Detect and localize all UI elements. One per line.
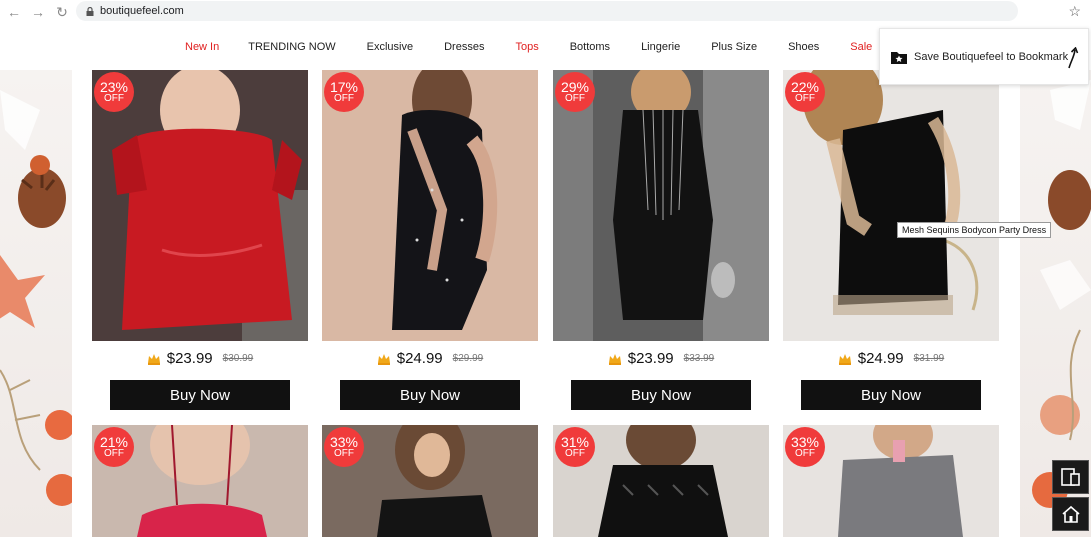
discount-percent: 17% — [329, 79, 359, 95]
discount-badge: 17% OFF — [324, 72, 364, 112]
menu-item-dresses[interactable]: Dresses — [444, 41, 484, 53]
home-icon — [1061, 505, 1080, 523]
price-row: $23.99 $30.99 — [92, 350, 308, 367]
christmas-decoration-left — [0, 70, 72, 537]
crown-icon — [608, 353, 621, 365]
menu-item-trending-now[interactable]: TRENDING NOW — [248, 41, 335, 53]
discount-off-label: OFF — [104, 448, 124, 459]
original-price: $31.99 — [913, 353, 945, 364]
product-tooltip: Mesh Sequins Bodycon Party Dress — [897, 222, 1052, 238]
current-price: $23.99 — [166, 350, 213, 367]
discount-percent: 22% — [790, 79, 820, 95]
menu-item-plus-size[interactable]: Plus Size — [711, 41, 757, 53]
discount-badge: 22% OFF — [785, 72, 825, 112]
bookmark-folder-icon — [891, 51, 907, 64]
original-price: $30.99 — [222, 353, 254, 364]
menu-item-exclusive[interactable]: Exclusive — [367, 41, 413, 53]
discount-off-label: OFF — [795, 93, 815, 104]
device-switch-button[interactable] — [1052, 460, 1089, 494]
product-image[interactable] — [553, 70, 769, 341]
menu-item-lingerie[interactable]: Lingerie — [641, 41, 680, 53]
main-menu: New In TRENDING NOW Exclusive Dresses To… — [185, 24, 872, 70]
crown-icon — [838, 353, 851, 365]
discount-percent: 23% — [99, 79, 129, 95]
price-row: $23.99 $33.99 — [553, 350, 769, 367]
discount-off-label: OFF — [334, 93, 354, 104]
menu-item-bottoms[interactable]: Bottoms — [570, 41, 610, 53]
bookmark-star-icon[interactable]: ☆ — [1068, 3, 1081, 20]
crown-icon — [377, 353, 390, 365]
discount-percent: 33% — [329, 434, 359, 450]
discount-badge: 29% OFF — [555, 72, 595, 112]
back-arrow-icon[interactable]: ← — [2, 1, 26, 23]
forward-arrow-icon[interactable]: → — [26, 1, 50, 23]
discount-off-label: OFF — [565, 93, 585, 104]
bookmark-prompt-label: Save Boutiquefeel to Bookmark — [914, 50, 1069, 63]
discount-percent: 29% — [560, 79, 590, 95]
discount-badge: 31% OFF — [555, 427, 595, 467]
current-price: $24.99 — [857, 350, 904, 367]
lock-icon — [86, 6, 94, 16]
discount-badge: 21% OFF — [94, 427, 134, 467]
devices-icon — [1060, 468, 1080, 486]
discount-badge: 23% OFF — [94, 72, 134, 112]
discount-off-label: OFF — [104, 93, 124, 104]
menu-item-shoes[interactable]: Shoes — [788, 41, 819, 53]
home-button[interactable] — [1052, 497, 1089, 531]
current-price: $23.99 — [627, 350, 674, 367]
crown-icon — [147, 353, 160, 365]
product-image[interactable] — [322, 70, 538, 341]
discount-off-label: OFF — [565, 448, 585, 459]
discount-badge: 33% OFF — [324, 427, 364, 467]
discount-percent: 31% — [560, 434, 590, 450]
reload-icon[interactable]: ↻ — [50, 1, 74, 23]
menu-item-tops[interactable]: Tops — [515, 41, 538, 53]
browser-toolbar: ← → ↻ boutiquefeel.com ☆ — [0, 0, 1091, 24]
discount-badge: 33% OFF — [785, 427, 825, 467]
buy-now-button[interactable]: Buy Now — [110, 380, 290, 410]
menu-item-new-in[interactable]: New In — [185, 41, 219, 53]
menu-item-sale[interactable]: Sale — [850, 41, 872, 53]
product-grid: 23% OFF $23.99 $30.99 Buy Now 17% OFF $2… — [72, 70, 1020, 537]
price-row: $24.99 $31.99 — [783, 350, 999, 367]
discount-percent: 21% — [99, 434, 129, 450]
product-image[interactable] — [783, 70, 999, 341]
original-price: $29.99 — [452, 353, 484, 364]
discount-percent: 33% — [790, 434, 820, 450]
address-bar[interactable]: boutiquefeel.com — [76, 1, 1018, 21]
buy-now-button[interactable]: Buy Now — [571, 380, 751, 410]
discount-off-label: OFF — [334, 448, 354, 459]
bookmark-prompt[interactable]: Save Boutiquefeel to Bookmark — [879, 28, 1089, 85]
current-price: $24.99 — [396, 350, 443, 367]
product-image[interactable] — [92, 70, 308, 341]
url-text: boutiquefeel.com — [100, 5, 184, 17]
buy-now-button[interactable]: Buy Now — [801, 380, 981, 410]
price-row: $24.99 $29.99 — [322, 350, 538, 367]
buy-now-button[interactable]: Buy Now — [340, 380, 520, 410]
discount-off-label: OFF — [795, 448, 815, 459]
curved-arrow-up-icon — [1068, 47, 1079, 69]
original-price: $33.99 — [683, 353, 715, 364]
